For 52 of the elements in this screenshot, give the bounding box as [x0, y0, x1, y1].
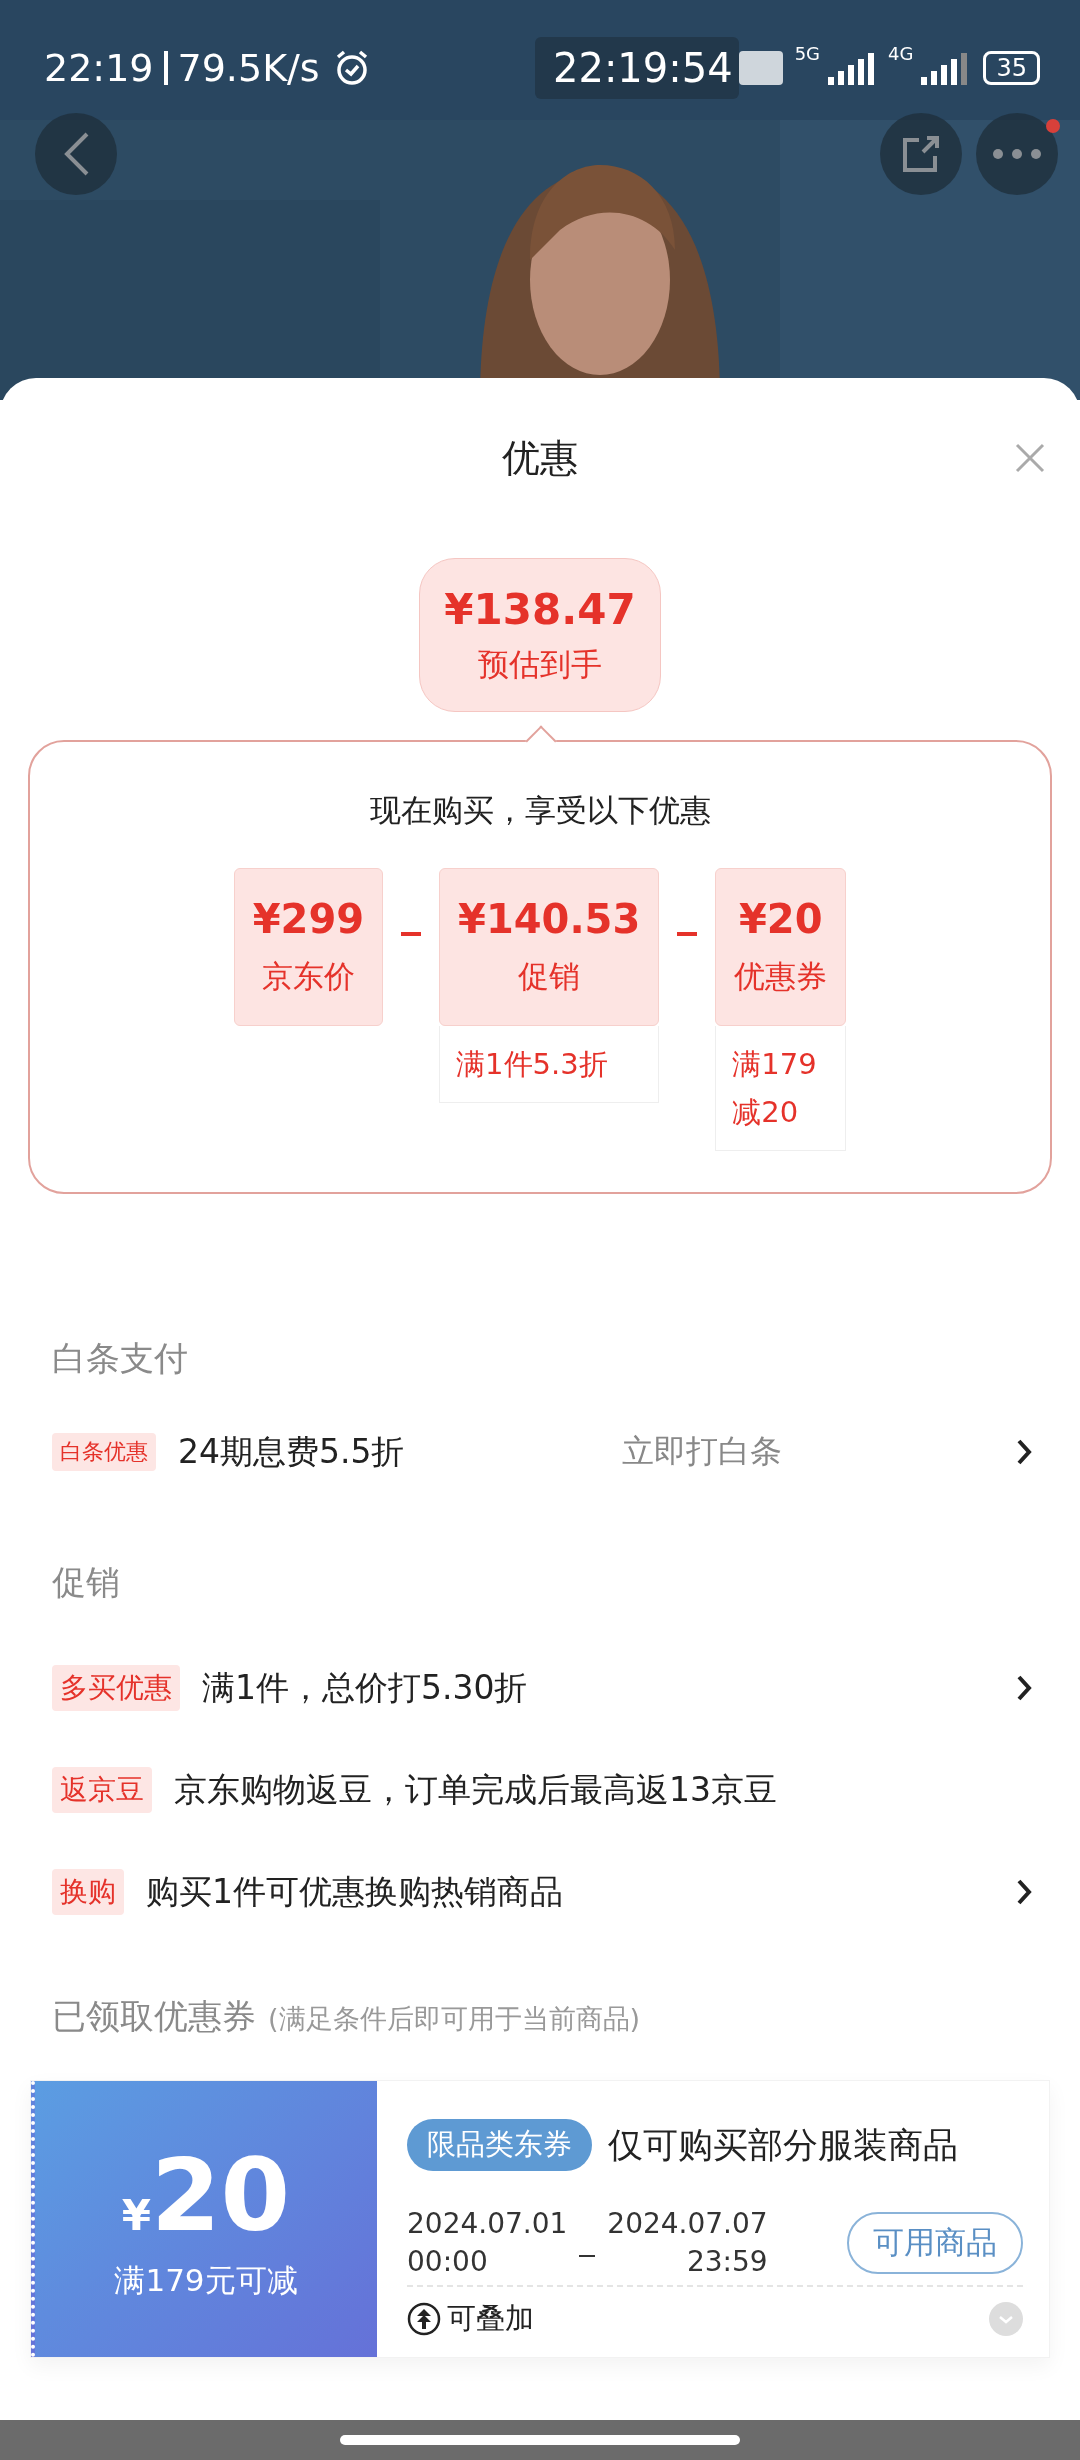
currency-sign: ¥	[121, 2190, 152, 2240]
sheet-title: 优惠	[502, 434, 578, 482]
panel-heading: 现在购买，享受以下优惠	[369, 791, 711, 830]
hd-icon	[738, 51, 783, 85]
battery-level: 35	[983, 51, 1040, 85]
promo-text: 满1件，总价打5.30折	[202, 1666, 528, 1709]
available-items-button[interactable]: 可用商品	[847, 2212, 1023, 2274]
price-amount: ¥299	[252, 896, 365, 942]
coupon-condition: 满179元可减	[114, 2260, 298, 2300]
section-hint: (满足条件后即可用于当前商品)	[268, 2002, 641, 2036]
end-date: 2024.07.07	[607, 2206, 768, 2242]
start-date: 2024.07.01	[407, 2206, 568, 2242]
stackable-label: 可叠加	[447, 2300, 534, 2337]
estimate-label: 预估到手	[478, 644, 602, 684]
estimate-price: ¥138.47	[444, 584, 636, 634]
chevron-right-icon	[1016, 1438, 1032, 1466]
section-title: 已领取优惠券	[52, 1995, 256, 2038]
section-title: 白条支付	[52, 1337, 189, 1380]
price-label: 京东价	[261, 957, 355, 996]
clock-time: 22:19:54	[535, 37, 739, 99]
note-line: 减20	[732, 1094, 800, 1131]
promo-tag: 多买优惠	[52, 1665, 180, 1711]
coupon-description: 仅可购买部分服装商品	[608, 2123, 958, 2167]
promo-text: 24期息费5.5折	[178, 1430, 405, 1473]
price-label: 促销	[518, 957, 581, 996]
promo-text: 购买1件可优惠换购热销商品	[146, 1870, 563, 1913]
network-speed: 79.5K/s	[177, 46, 320, 90]
baitiao-link[interactable]: 立即打白条	[622, 1430, 783, 1474]
network-label: 4G	[888, 43, 914, 64]
minus-icon	[401, 932, 422, 936]
chevron-right-icon	[1016, 1674, 1032, 1702]
section-title: 促销	[52, 1561, 121, 1604]
coupon-tag: 限品类东券	[407, 2119, 592, 2171]
promo-text: 京东购物返豆，订单完成后最高返13京豆	[174, 1768, 777, 1811]
price-amount: ¥140.53	[458, 896, 641, 942]
promo-tag: 返京豆	[52, 1767, 152, 1813]
price-amount: ¥20	[739, 896, 823, 942]
promo-tag: 换购	[52, 1869, 124, 1915]
coupon-amount: 20	[151, 2136, 291, 2254]
note-line: 满1件5.3折	[456, 1046, 609, 1083]
more-icon	[992, 148, 1042, 160]
note-line: 满179	[732, 1046, 818, 1083]
status-time: 22:19	[44, 46, 154, 90]
promo-tag: 白条优惠	[52, 1433, 156, 1471]
chevron-right-icon	[1016, 1878, 1032, 1906]
minus-icon	[677, 932, 698, 936]
start-time: 00:00	[407, 2244, 489, 2280]
stack-icon	[407, 2302, 441, 2336]
price-label: 优惠券	[734, 957, 828, 996]
network-label: 5G	[794, 43, 821, 64]
close-icon[interactable]	[1014, 442, 1046, 474]
end-time: 23:59	[686, 2244, 768, 2280]
